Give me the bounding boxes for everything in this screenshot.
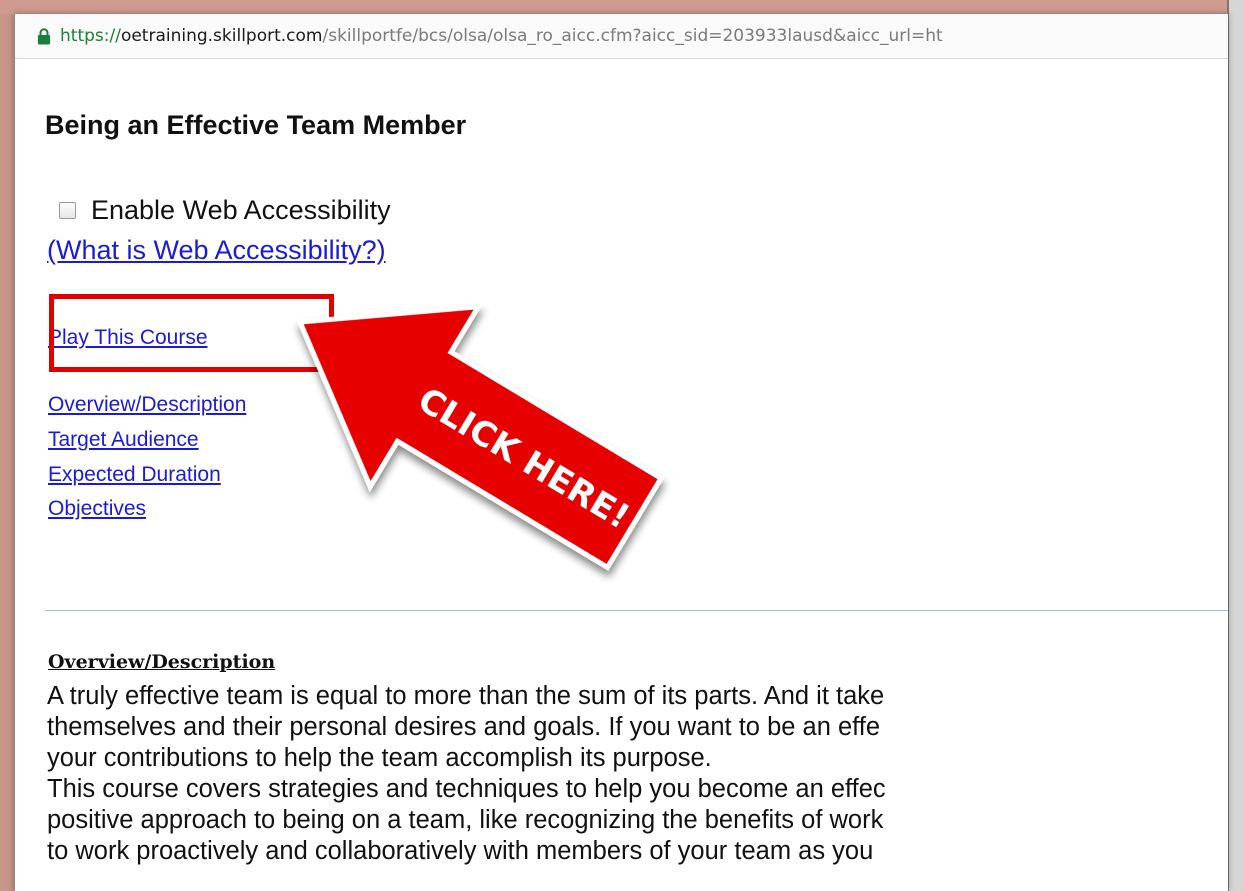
description-line: positive approach to being on a team, li…	[47, 806, 884, 834]
outer-border	[0, 0, 1243, 14]
play-course-link[interactable]: Play This Course	[48, 326, 208, 350]
url-host: oetraining.skillport.com	[120, 26, 323, 46]
nav-link-objectives[interactable]: Objectives	[48, 497, 146, 521]
description-line: A truly effective team is equal to more …	[47, 682, 885, 710]
what-is-accessibility-link[interactable]: (What is Web Accessibility?)	[47, 235, 386, 266]
section-divider	[45, 610, 1228, 611]
accessibility-checkbox[interactable]	[59, 202, 76, 219]
window-edge	[1227, 0, 1243, 891]
nav-link-target-audience[interactable]: Target Audience	[48, 428, 199, 452]
address-bar[interactable]: https://oetraining.skillport.com/skillpo…	[15, 14, 1228, 59]
description-line: This course covers strategies and techni…	[47, 775, 886, 803]
description-line: themselves and their personal desires an…	[47, 713, 881, 741]
browser-window: https://oetraining.skillport.com/skillpo…	[14, 14, 1228, 891]
lock-icon	[38, 27, 50, 44]
accessibility-label: Enable Web Accessibility	[91, 195, 391, 225]
url-scheme: https://	[60, 26, 121, 46]
url-path: /skillportfe/bcs/olsa/olsa_ro_aicc.cfm?a…	[322, 26, 943, 46]
nav-link-expected-duration[interactable]: Expected Duration	[48, 463, 221, 487]
description-text: A truly effective team is equal to more …	[47, 681, 886, 867]
section-heading: Overview/Description	[48, 651, 276, 673]
accessibility-row: Enable Web Accessibility	[59, 195, 391, 226]
description-line: your contributions to help the team acco…	[47, 744, 712, 772]
page-title: Being an Effective Team Member	[45, 110, 467, 140]
description-line: to work proactively and collaboratively …	[47, 837, 874, 865]
click-here-label: CLICK HERE!	[411, 380, 636, 537]
nav-link-overview[interactable]: Overview/Description	[48, 393, 246, 417]
